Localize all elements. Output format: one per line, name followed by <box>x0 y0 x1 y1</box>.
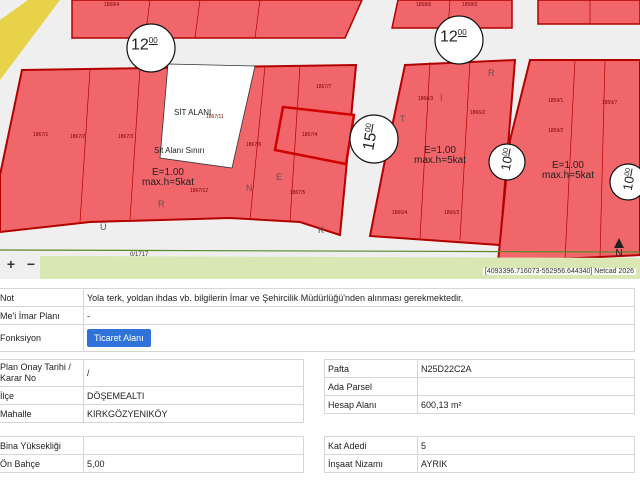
table-row: Not Yola terk, yoldan ihdas vb. bilgiler… <box>0 288 635 307</box>
table-row: Pafta N25D22C2A <box>324 359 635 378</box>
table-row: Kat Adedi 5 <box>324 436 635 455</box>
parcel-id: 1867/3 <box>118 134 134 140</box>
info-table-general: Not Yola terk, yoldan ihdas vb. bilgiler… <box>0 288 635 352</box>
parcel-id: 0/1717 <box>130 252 149 258</box>
parcel-block <box>537 0 640 25</box>
note-key: Not <box>0 288 84 307</box>
parcel-id: 1867/4 <box>302 132 318 138</box>
plan-date-value: / <box>83 359 304 387</box>
parcel-id: 1867/7 <box>316 84 332 90</box>
floor-count-key: Kat Adedi <box>324 436 418 455</box>
parcel-id: 1859/7 <box>602 100 618 106</box>
map-attribution: [4093396.716073-552956.644340] Netcad 20… <box>482 268 636 275</box>
table-row: Plan Onay Tarihi / Karar No / <box>0 359 304 387</box>
neighborhood-value: KIRKGÖZYENIKÖY <box>83 404 304 423</box>
parcel-id: 1868/4 <box>104 2 120 8</box>
parcel-id: 1867/5 <box>290 190 306 196</box>
block-parcel-key: Ada Parsel <box>324 377 418 396</box>
parcel-id: 1866/4 <box>392 210 408 216</box>
plan-key: Me'i İmar Planı <box>0 306 84 325</box>
neighborhood-key: Mahalle <box>0 404 84 423</box>
function-key: Fonksiyon <box>0 324 84 352</box>
zone-label: E=1.00 max.h=5kat <box>414 145 466 166</box>
street-name-letter: E <box>276 172 283 182</box>
street-name-letter: T <box>400 114 406 124</box>
street-name-letter: K <box>318 225 325 235</box>
floor-count-value: 5 <box>417 436 635 455</box>
front-yard-value: 5,00 <box>83 454 304 473</box>
zone-label: E=1.00 max.h=5kat <box>142 167 194 188</box>
street-name-letter: Ü <box>100 222 107 232</box>
parcel-id: 1867/6 <box>246 142 262 148</box>
note-value: Yola terk, yoldan ihdas vb. bilgilerin İ… <box>83 288 635 307</box>
table-row: Ada Parsel <box>324 377 635 396</box>
front-yard-key: Ön Bahçe <box>0 454 84 473</box>
zone-label: E=1.00 max.h=5kat <box>542 160 594 181</box>
function-value: Ticaret Alanı <box>83 324 635 352</box>
table-row: Me'i İmar Planı - <box>0 306 635 325</box>
map-canvas[interactable] <box>0 0 640 279</box>
block-parcel-value <box>417 377 635 396</box>
sit-area-border-label: Sit Alanı Sınırı <box>154 146 205 155</box>
table-row: İnşaat Nizamı AYRIK <box>324 454 635 473</box>
road-label: 1200 <box>131 36 158 54</box>
parcel-id: 1866/3 <box>444 210 460 216</box>
area-key: Hesap Alanı <box>324 395 418 414</box>
parcel-id: 1858/3 <box>462 2 478 8</box>
parcel-id: 1867/12 <box>190 188 209 194</box>
table-row: Bina Yüksekliği <box>0 436 304 455</box>
table-row: Hesap Alanı 600,13 m² <box>324 395 635 414</box>
function-button[interactable]: Ticaret Alanı <box>87 329 151 347</box>
parcel-id: 1859/1 <box>548 98 564 104</box>
district-key: İlçe <box>0 386 84 405</box>
building-height-value <box>83 436 304 455</box>
zoom-out-button[interactable]: − <box>22 255 40 273</box>
street-name-letter: R <box>158 199 165 209</box>
building-height-key: Bina Yüksekliği <box>0 436 84 455</box>
info-table-location: Plan Onay Tarihi / Karar No / İlçe DÖŞEM… <box>0 359 304 423</box>
info-table-construction: Kat Adedi 5 İnşaat Nizamı AYRIK <box>324 436 635 473</box>
road-label: 1200 <box>440 28 467 46</box>
table-row: Ön Bahçe 5,00 <box>0 454 304 473</box>
compass-icon: N <box>612 238 626 260</box>
street-name-letter: R <box>488 68 495 78</box>
info-table-parcel: Pafta N25D22C2A Ada Parsel Hesap Alanı 6… <box>324 359 635 414</box>
sheet-key: Pafta <box>324 359 418 378</box>
table-row: Fonksiyon Ticaret Alanı <box>0 324 635 352</box>
area-value: 600,13 m² <box>417 395 635 414</box>
parcel-id: 1866/3 <box>418 96 434 102</box>
table-row: İlçe DÖŞEMEALTI <box>0 386 304 405</box>
plan-value: - <box>83 306 635 325</box>
district-value: DÖŞEMEALTI <box>83 386 304 405</box>
sheet-value: N25D22C2A <box>417 359 635 378</box>
parcel-id: 1866/2 <box>470 110 486 116</box>
parcel-id: 1858/6 <box>416 2 432 8</box>
parcel-id: 1867/1 <box>33 132 49 138</box>
info-table-building: Bina Yüksekliği Ön Bahçe 5,00 <box>0 436 304 473</box>
plan-date-key: Plan Onay Tarihi / Karar No <box>0 359 84 387</box>
parcel-id: 1867/11 <box>206 114 224 120</box>
street-name-letter: N <box>246 183 253 193</box>
parcel-id: 1867/2 <box>70 134 86 140</box>
construction-order-key: İnşaat Nizamı <box>324 454 418 473</box>
map-view[interactable]: 1200 1200 1500 1000 1000 E=1.00 max.h=5ka… <box>0 0 640 279</box>
zoom-in-button[interactable]: + <box>2 255 20 273</box>
parcel-id: 1859/2 <box>548 128 564 134</box>
street-name-letter: İ <box>440 93 443 103</box>
construction-order-value: AYRIK <box>417 454 635 473</box>
table-row: Mahalle KIRKGÖZYENIKÖY <box>0 404 304 423</box>
